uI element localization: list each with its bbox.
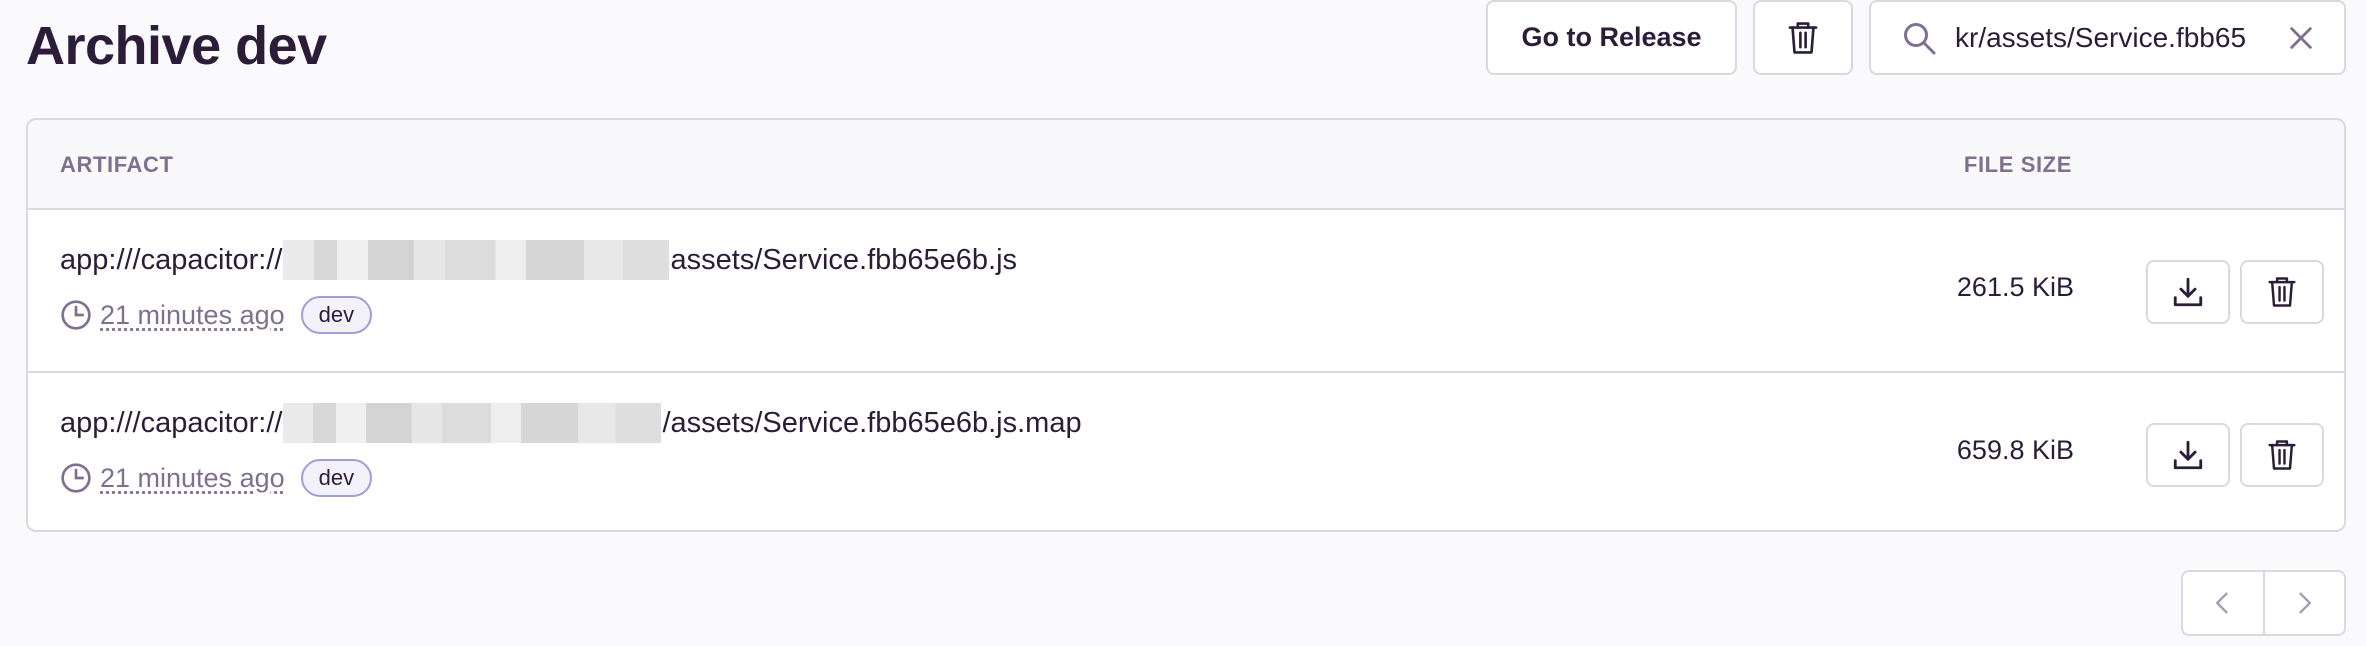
table-row: app:///capacitor:// /assets/Service.fbb6… [28,371,2344,530]
artifact-time[interactable]: 21 minutes ago [100,300,285,331]
download-icon [2171,275,2205,309]
trash-icon [2267,439,2297,471]
table-row: app:///capacitor:// assets/Service.fbb65… [28,210,2344,371]
column-header-file-size: FILE SIZE [1963,152,2072,177]
artifact-name-suffix: /assets/Service.fbb65e6b.js.map [662,406,1082,439]
close-icon[interactable] [2287,24,2315,52]
artifact-name-prefix: app:///capacitor:// [60,243,283,276]
delete-artifact-button[interactable] [2240,260,2324,324]
dist-tag: dev [300,296,373,334]
artifact-name-prefix: app:///capacitor:// [60,406,283,439]
trash-icon [2267,276,2297,308]
download-button[interactable] [2146,260,2230,324]
dist-tag: dev [300,459,373,497]
clock-icon [60,462,92,494]
table-header: ARTIFACT FILE SIZE [28,120,2344,210]
artifact-time[interactable]: 21 minutes ago [100,463,285,494]
column-header-artifact: ARTIFACT [60,152,174,177]
redacted-path [283,240,670,280]
redacted-path [283,403,662,443]
artifact-name: app:///capacitor:// /assets/Service.fbb6… [60,403,1082,443]
pagination [2181,570,2346,636]
download-icon [2171,438,2205,472]
artifact-meta: 21 minutes ago dev [60,296,373,334]
delete-archive-button[interactable] [1753,0,1853,75]
artifact-meta: 21 minutes ago dev [60,459,373,497]
previous-page-button[interactable] [2183,572,2263,634]
search-icon [1901,20,1937,56]
artifact-name-suffix: assets/Service.fbb65e6b.js [670,243,1018,276]
trash-icon [1787,21,1819,55]
download-button[interactable] [2146,423,2230,487]
go-to-release-button[interactable]: Go to Release [1486,0,1737,75]
search-box[interactable] [1869,0,2346,75]
search-input[interactable] [1955,21,2275,54]
chevron-left-icon [2209,589,2237,617]
artifact-name: app:///capacitor:// assets/Service.fbb65… [60,240,1017,280]
delete-artifact-button[interactable] [2240,423,2324,487]
artifacts-table: ARTIFACT FILE SIZE app:///capacitor:// a… [26,118,2346,532]
chevron-right-icon [2290,589,2318,617]
clock-icon [60,299,92,331]
next-page-button[interactable] [2262,572,2345,634]
artifact-size: 261.5 KiB [1956,272,2074,302]
page-title: Archive dev [26,16,327,76]
artifact-size: 659.8 KiB [1956,435,2074,465]
